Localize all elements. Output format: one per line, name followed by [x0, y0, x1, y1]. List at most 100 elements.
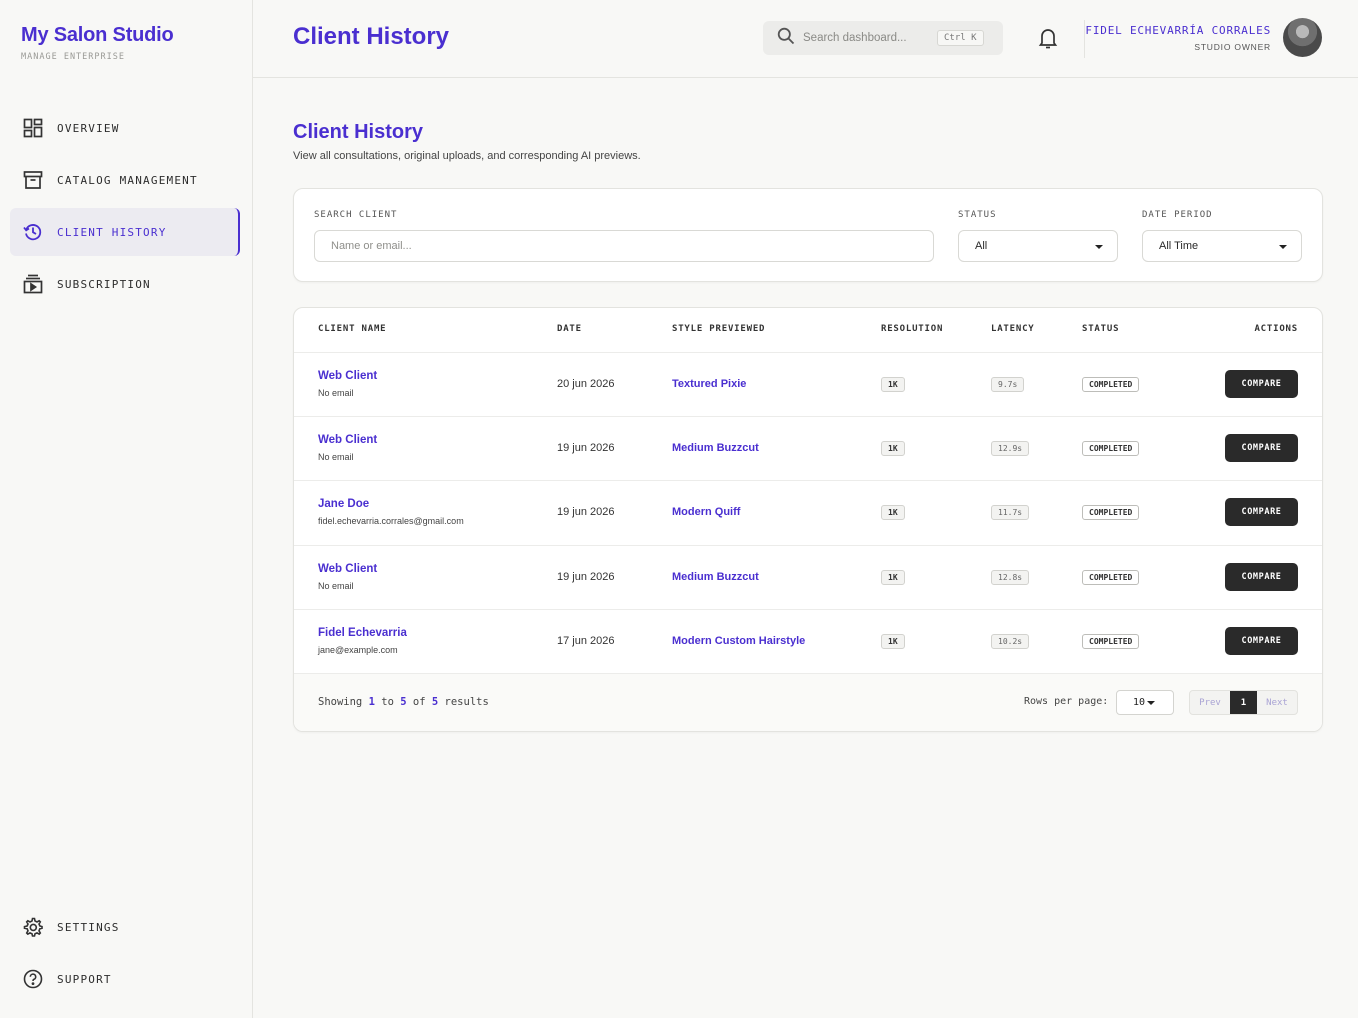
user-name: FIDEL ECHEVARRÍA CORRALES [1085, 24, 1271, 37]
row-date: 19 jun 2026 [557, 506, 615, 518]
search-client-label: SEARCH CLIENT [314, 210, 398, 220]
search-placeholder: Search dashboard... [803, 32, 907, 44]
results-to: 5 [400, 696, 407, 708]
sidebar-item-label: SUBSCRIPTION [57, 277, 151, 291]
sidebar-nav: OVERVIEW CATALOG MANAGEMENT CLIENT HISTO… [10, 104, 240, 312]
page-title: Client History [293, 121, 424, 143]
client-name-link[interactable]: Web Client [318, 434, 377, 446]
resolution-badge: 1K [881, 505, 905, 520]
compare-button[interactable]: COMPARE [1225, 434, 1298, 462]
style-link[interactable]: Modern Quiff [672, 506, 740, 518]
table-row: Jane Doe fidel.echevarria.corrales@gmail… [294, 481, 1322, 546]
client-history-table: CLIENT NAME DATE STYLE PREVIEWED RESOLUT… [293, 307, 1323, 732]
status-select-value: All [975, 240, 988, 252]
style-link[interactable]: Textured Pixie [672, 378, 746, 390]
sidebar-item-label: CLIENT HISTORY [57, 225, 167, 239]
gear-icon [22, 916, 44, 938]
of-word: of [412, 696, 426, 708]
client-search-placeholder: Name or email... [331, 240, 412, 252]
results-from: 1 [368, 696, 375, 708]
status-badge: COMPLETED [1082, 377, 1140, 392]
user-role: STUDIO OWNER [1194, 42, 1271, 52]
rows-per-page-value: 10 [1133, 697, 1146, 708]
row-date: 19 jun 2026 [557, 571, 615, 583]
chevron-down-icon [1279, 245, 1287, 249]
date-period-label: DATE PERIOD [1142, 210, 1213, 220]
style-link[interactable]: Medium Buzzcut [672, 442, 759, 454]
latency-badge: 10.2s [991, 634, 1030, 649]
compare-button[interactable]: COMPARE [1225, 370, 1298, 398]
notification-bell-icon[interactable] [1037, 26, 1059, 55]
latency-badge: 12.8s [991, 570, 1030, 585]
column-actions: ACTIONS [1254, 324, 1298, 334]
sidebar-item-overview[interactable]: OVERVIEW [10, 104, 240, 152]
status-badge: COMPLETED [1082, 505, 1140, 520]
client-name-link[interactable]: Web Client [318, 563, 377, 575]
status-select[interactable]: All [958, 230, 1118, 262]
column-style[interactable]: STYLE PREVIEWED [672, 324, 765, 334]
style-link[interactable]: Medium Buzzcut [672, 571, 759, 583]
search-icon [777, 27, 795, 50]
brand-title[interactable]: My Salon Studio [21, 24, 174, 47]
column-latency[interactable]: LATENCY [991, 324, 1035, 334]
compare-button[interactable]: COMPARE [1225, 563, 1298, 591]
table-row: Web Client No email 19 jun 2026 Medium B… [294, 417, 1322, 481]
client-email: No email [318, 452, 354, 462]
brand-subtitle: MANAGE ENTERPRISE [21, 52, 125, 62]
to-word: to [381, 696, 394, 708]
results-total: 5 [431, 696, 439, 708]
resolution-badge: 1K [881, 377, 905, 392]
avatar[interactable] [1283, 18, 1322, 57]
style-link[interactable]: Modern Custom Hairstyle [672, 635, 805, 647]
client-name-link[interactable]: Fidel Echevarria [318, 627, 407, 639]
archive-icon [22, 169, 44, 191]
table-row: Fidel Echevarria jane@example.com 17 jun… [294, 610, 1322, 674]
sidebar-item-support[interactable]: SUPPORT [10, 955, 240, 1003]
chevron-down-icon [1147, 701, 1155, 705]
subscriptions-icon [22, 273, 44, 295]
column-resolution[interactable]: RESOLUTION [881, 324, 943, 334]
sidebar-bottom-nav: SETTINGS SUPPORT [10, 903, 240, 1007]
sidebar-item-subscription[interactable]: SUBSCRIPTION [10, 260, 240, 308]
help-icon [22, 968, 44, 990]
header-title: Client History [293, 23, 450, 50]
column-status[interactable]: STATUS [1082, 324, 1119, 334]
sidebar-item-catalog-management[interactable]: CATALOG MANAGEMENT [10, 156, 240, 204]
page-subtitle: View all consultations, original uploads… [293, 150, 641, 162]
compare-button[interactable]: COMPARE [1225, 498, 1298, 526]
row-date: 20 jun 2026 [557, 378, 615, 390]
page-1-button[interactable]: 1 [1230, 691, 1257, 714]
sidebar-item-label: OVERVIEW [57, 121, 120, 135]
column-client-name[interactable]: CLIENT NAME [318, 324, 386, 334]
shortcut-hint: Ctrl K [937, 30, 984, 46]
showing-prefix: Showing [318, 696, 363, 708]
table-footer: Showing 1 to 5 of 5 results Rows per pag… [294, 674, 1322, 731]
client-name-link[interactable]: Jane Doe [318, 498, 369, 510]
dashboard-icon [22, 117, 44, 139]
next-page-button[interactable]: Next [1257, 691, 1297, 714]
client-search-input[interactable]: Name or email... [314, 230, 934, 262]
sidebar-item-client-history[interactable]: CLIENT HISTORY [10, 208, 240, 256]
resolution-badge: 1K [881, 570, 905, 585]
rows-per-page-select[interactable]: 10 [1116, 690, 1174, 715]
filter-panel: SEARCH CLIENT Name or email... STATUS Al… [293, 188, 1323, 282]
compare-button[interactable]: COMPARE [1225, 627, 1298, 655]
date-period-select[interactable]: All Time [1142, 230, 1302, 262]
prev-page-button[interactable]: Prev [1190, 691, 1230, 714]
status-filter-label: STATUS [958, 210, 997, 220]
history-icon [22, 221, 44, 243]
client-name-link[interactable]: Web Client [318, 370, 377, 382]
sidebar: My Salon Studio MANAGE ENTERPRISE OVERVI… [0, 0, 253, 1018]
results-suffix: results [444, 696, 489, 708]
search-input[interactable]: Search dashboard... Ctrl K [763, 21, 1003, 55]
top-header: Client History Search dashboard... Ctrl … [253, 0, 1358, 78]
sidebar-item-label: SETTINGS [57, 920, 120, 934]
pagination: Prev 1 Next [1189, 690, 1298, 715]
client-email: No email [318, 581, 354, 591]
row-date: 17 jun 2026 [557, 635, 615, 647]
column-date[interactable]: DATE [557, 324, 582, 334]
latency-badge: 9.7s [991, 377, 1025, 392]
client-email: No email [318, 388, 354, 398]
sidebar-item-settings[interactable]: SETTINGS [10, 903, 240, 951]
status-badge: COMPLETED [1082, 441, 1140, 456]
